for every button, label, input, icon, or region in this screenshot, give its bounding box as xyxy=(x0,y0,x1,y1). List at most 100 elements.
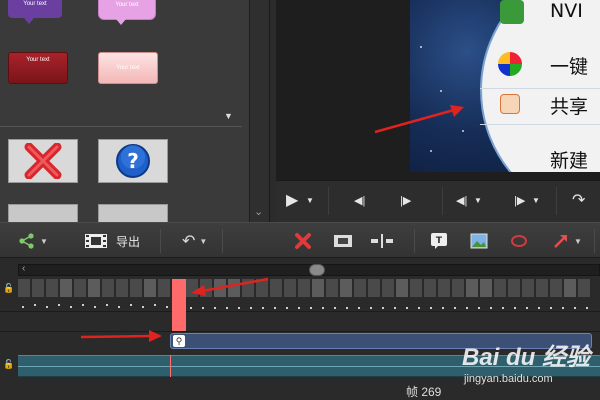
frame-cell[interactable] xyxy=(424,279,436,297)
lock-icon[interactable]: 🔓 xyxy=(3,359,14,370)
frame-cell[interactable] xyxy=(466,279,478,297)
callout-pink-box-preset[interactable]: Your text xyxy=(98,52,158,84)
frame-cell[interactable] xyxy=(130,279,142,297)
divider xyxy=(556,187,557,215)
frame-cell[interactable] xyxy=(536,279,548,297)
scroll-left-icon[interactable]: ‹ xyxy=(22,263,25,274)
share-button[interactable]: ▼ xyxy=(18,231,48,251)
app-icon xyxy=(500,0,524,24)
cut-icon xyxy=(371,234,393,248)
menu-item-text: 共享 xyxy=(550,96,589,118)
question-sticker[interactable]: ? xyxy=(98,139,168,183)
frame-cell[interactable] xyxy=(368,279,380,297)
delay-dot xyxy=(538,307,540,309)
frame-cell[interactable] xyxy=(74,279,86,297)
frame-cell[interactable] xyxy=(578,279,590,297)
frame-cell[interactable] xyxy=(564,279,576,297)
delay-dot xyxy=(214,307,216,309)
frame-cell[interactable] xyxy=(396,279,408,297)
sticker-tile[interactable] xyxy=(8,204,78,222)
scroll-thumb[interactable] xyxy=(309,264,325,276)
frame-cell[interactable] xyxy=(382,279,394,297)
frame-cell[interactable] xyxy=(32,279,44,297)
arrow-icon xyxy=(554,235,567,248)
chevron-down-icon[interactable]: ▼ xyxy=(474,191,482,211)
skip-start-icon[interactable]: ◀| xyxy=(354,191,365,211)
add-arrow-button[interactable]: ▼ xyxy=(552,231,582,251)
frame-delay-dots xyxy=(18,303,598,309)
add-text-button[interactable]: T xyxy=(430,231,448,251)
cut-button[interactable] xyxy=(370,231,394,251)
add-image-button[interactable] xyxy=(470,231,488,251)
frame-strip[interactable] xyxy=(18,279,590,297)
crop-frames-button[interactable] xyxy=(332,231,354,251)
delay-dot xyxy=(238,307,240,309)
next-frame-icon[interactable]: |▶ xyxy=(514,191,525,211)
divider xyxy=(328,187,329,215)
callout-text: Your text xyxy=(115,2,139,8)
frame-cell[interactable] xyxy=(480,279,492,297)
frame-cell[interactable] xyxy=(228,279,240,297)
frame-cell[interactable] xyxy=(270,279,282,297)
divider xyxy=(222,229,223,253)
frame-cell[interactable] xyxy=(214,279,226,297)
frame-cell[interactable] xyxy=(452,279,464,297)
playhead[interactable] xyxy=(172,279,186,331)
frame-cell[interactable] xyxy=(88,279,100,297)
frame-cell[interactable] xyxy=(494,279,506,297)
export-button[interactable]: 导出 xyxy=(84,231,140,251)
library-scrollbar[interactable]: ⌄ xyxy=(250,0,270,222)
callout-pink-preset[interactable]: Your text xyxy=(98,0,156,20)
video-canvas[interactable]: NVI 一键 共享 新建 xyxy=(410,0,600,172)
timeline-scrollbar[interactable]: ‹ xyxy=(18,263,600,276)
divider xyxy=(480,88,600,89)
frame-cell[interactable] xyxy=(60,279,72,297)
divider xyxy=(0,126,242,127)
red-x-sticker[interactable] xyxy=(8,139,78,183)
frame-cell[interactable] xyxy=(200,279,212,297)
ellipse-icon xyxy=(511,235,527,247)
lock-icon[interactable]: 🔓 xyxy=(3,283,14,294)
callout-red-box-preset[interactable]: Your text xyxy=(8,52,68,84)
undo-button[interactable]: ↶ ▼ xyxy=(182,231,207,251)
frame-cell[interactable] xyxy=(410,279,422,297)
loop-icon[interactable]: ↷ xyxy=(572,191,585,211)
delay-dot xyxy=(346,307,348,309)
frame-cell[interactable] xyxy=(298,279,310,297)
frame-cell[interactable] xyxy=(522,279,534,297)
frame-cell[interactable] xyxy=(326,279,338,297)
sticker-tile[interactable] xyxy=(98,204,168,222)
delay-dot xyxy=(502,307,504,309)
chevron-down-icon[interactable]: ▼ xyxy=(306,191,314,211)
frame-cell[interactable] xyxy=(18,279,30,297)
app-icon xyxy=(498,52,522,76)
frame-cell[interactable] xyxy=(186,279,198,297)
frame-cell[interactable] xyxy=(508,279,520,297)
frame-cell[interactable] xyxy=(46,279,58,297)
frame-cell[interactable] xyxy=(550,279,562,297)
delay-dot xyxy=(58,304,60,306)
chevron-down-icon[interactable]: ▼ xyxy=(532,191,540,211)
frame-cell[interactable] xyxy=(256,279,268,297)
frame-cell[interactable] xyxy=(116,279,128,297)
play-icon[interactable]: ▶ xyxy=(286,191,298,211)
skip-end-icon[interactable]: |▶ xyxy=(400,191,411,211)
divider xyxy=(0,311,600,312)
delay-dot xyxy=(550,307,552,309)
frame-cell[interactable] xyxy=(158,279,170,297)
prev-frame-icon[interactable]: ◀| xyxy=(456,191,467,211)
frame-cell[interactable] xyxy=(284,279,296,297)
scroll-down-icon[interactable]: ⌄ xyxy=(254,205,263,218)
frame-cell[interactable] xyxy=(438,279,450,297)
frame-cell[interactable] xyxy=(102,279,114,297)
frame-cell[interactable] xyxy=(312,279,324,297)
chevron-down-icon[interactable]: ▼ xyxy=(224,111,233,121)
frame-cell[interactable] xyxy=(340,279,352,297)
add-ellipse-button[interactable] xyxy=(510,231,528,251)
callout-purple-preset[interactable]: Your text xyxy=(8,0,62,18)
frame-cell[interactable] xyxy=(144,279,156,297)
frame-cell[interactable] xyxy=(354,279,366,297)
frame-cell[interactable] xyxy=(242,279,254,297)
menu-item-text: 新建 xyxy=(550,150,589,172)
delete-button[interactable] xyxy=(294,231,312,251)
